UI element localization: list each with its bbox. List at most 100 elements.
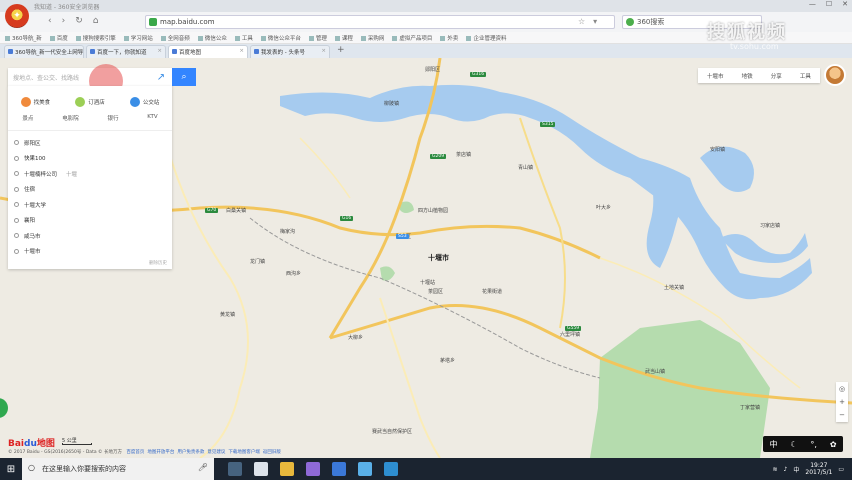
app-icon[interactable] xyxy=(332,462,346,476)
bookmark-item[interactable]: 企业管理资料 xyxy=(466,34,506,42)
category-link[interactable]: 景点 xyxy=(22,114,33,122)
history-item[interactable]: 十堰楠梓公司 十堰 xyxy=(8,166,172,182)
tab-close-icon[interactable]: × xyxy=(75,48,80,54)
bookmark-item[interactable]: 微信公众 xyxy=(198,34,227,42)
footer-link[interactable]: 返回旧版 xyxy=(263,450,281,455)
notification-icon[interactable]: ▭ xyxy=(838,466,844,473)
browser-icon[interactable] xyxy=(306,462,320,476)
route-icon[interactable]: ↗ xyxy=(153,69,169,85)
history-item[interactable]: 快果100 xyxy=(8,151,172,167)
map-label-place[interactable]: 武当山镇 xyxy=(645,368,665,375)
map-label-place[interactable]: 龙门镇 xyxy=(250,258,265,265)
map-label-place[interactable]: 安阳镇 xyxy=(710,146,725,153)
category-link[interactable]: 电影院 xyxy=(62,114,79,122)
map-search-button[interactable]: ⌕ xyxy=(172,68,196,86)
category-link[interactable]: KTV xyxy=(147,114,157,122)
refresh-button[interactable]: ↻ xyxy=(75,16,83,26)
bookmark-item[interactable]: 虚拟产品项目 xyxy=(392,34,432,42)
tools-button[interactable]: 工具 xyxy=(800,72,811,80)
dropdown-icon[interactable]: ▾ xyxy=(593,17,597,26)
quick-link[interactable]: 订酒店 xyxy=(75,93,105,110)
network-icon[interactable]: ≋ xyxy=(772,466,777,473)
bookmark-item[interactable]: 学习网站 xyxy=(124,34,153,42)
zoom-out-button[interactable]: − xyxy=(839,411,845,419)
history-item[interactable]: 郧阳区 xyxy=(8,135,172,151)
new-tab-button[interactable]: + xyxy=(332,45,350,58)
tab-close-icon[interactable]: × xyxy=(321,48,326,54)
map-label-place[interactable]: 茶园区 xyxy=(428,288,443,295)
map-label-place[interactable]: 白桑关镇 xyxy=(226,207,246,214)
taskbar-clock[interactable]: 19:27 2017/5/1 xyxy=(805,462,832,476)
map-label-place[interactable]: 四方山植物园 xyxy=(418,207,448,214)
settings-icon[interactable]: ✿ xyxy=(830,440,837,449)
bookmark-item[interactable]: 工具 xyxy=(235,34,253,42)
minimize-icon[interactable]: — xyxy=(809,0,816,8)
map-label-place[interactable]: 柳陂镇 xyxy=(384,100,399,107)
bookmark-item[interactable]: 外卖 xyxy=(440,34,458,42)
bookmark-item[interactable]: 课程 xyxy=(335,34,353,42)
back-button[interactable]: ‹ xyxy=(48,16,52,26)
footer-link[interactable]: 用户免责条款 xyxy=(177,450,204,455)
bookmark-item[interactable]: 360导航_新 xyxy=(5,34,42,42)
user-avatar[interactable] xyxy=(824,64,846,86)
history-item[interactable]: 十堰市 xyxy=(8,244,172,260)
ime-language[interactable]: 中 xyxy=(769,439,777,450)
punctuation-icon[interactable]: °, xyxy=(810,440,817,449)
ime-toolbar[interactable]: 中 ☾ °, ✿ xyxy=(763,436,843,452)
footer-link[interactable]: 下载地图客户端 xyxy=(228,450,260,455)
quick-link[interactable]: 找美食 xyxy=(20,93,50,110)
city-switch-button[interactable]: 十堰市 xyxy=(707,72,724,80)
bookmark-item[interactable]: 全网音频 xyxy=(161,34,190,42)
ime-indicator[interactable]: 中 xyxy=(793,465,799,474)
map-label-place[interactable]: 习家店镇 xyxy=(760,222,780,229)
microphone-icon[interactable]: 🎤︎ xyxy=(198,463,208,472)
bookmark-item[interactable]: 搜狗搜索引擎 xyxy=(76,34,116,42)
map-label-main-city[interactable]: 十堰市 xyxy=(428,253,449,263)
footer-link[interactable]: 地图开放平台 xyxy=(147,450,174,455)
history-item[interactable]: 襄阳 xyxy=(8,213,172,229)
close-icon[interactable]: ✕ xyxy=(842,0,848,8)
map-label-place[interactable]: 赛武当自然保护区 xyxy=(372,428,412,435)
map-label-place[interactable]: 黄龙镇 xyxy=(220,311,235,318)
footer-link[interactable]: 意见建议 xyxy=(207,450,225,455)
zoom-in-button[interactable]: + xyxy=(839,398,845,406)
map-label-place[interactable]: 西沟乡 xyxy=(286,270,301,277)
star-icon[interactable]: ☆ xyxy=(578,17,585,26)
volume-icon[interactable]: ♪ xyxy=(784,466,788,473)
map-label-place[interactable]: 郧阳区 xyxy=(425,66,440,73)
footer-link[interactable]: 百度首页 xyxy=(126,450,144,455)
map-label-place[interactable]: 茅塔乡 xyxy=(440,357,455,364)
maximize-icon[interactable]: ☐ xyxy=(826,0,832,8)
app-icon[interactable] xyxy=(358,462,372,476)
taskbar-search-box[interactable]: 在这里输入你要搜索的内容 🎤︎ xyxy=(22,458,214,480)
map-label-place[interactable]: 青山镇 xyxy=(518,164,533,171)
browser-tab[interactable]: 我发表的 - 头条号 × xyxy=(250,45,330,58)
share-button[interactable]: 分享 xyxy=(771,72,782,80)
map-label-place[interactable]: 土地关镇 xyxy=(664,284,684,291)
tab-close-icon[interactable]: × xyxy=(239,48,244,54)
locate-icon[interactable]: ◎ xyxy=(839,385,845,393)
map-label-place[interactable]: 丁家营镇 xyxy=(740,404,760,411)
history-item[interactable]: 十堰大学 xyxy=(8,197,172,213)
quick-link[interactable]: 公交站 xyxy=(129,93,159,110)
map-label-place[interactable]: 十堰站 xyxy=(420,279,435,286)
browser-tab[interactable]: 360导航_新一代安全上网导航 × xyxy=(4,45,84,58)
category-link[interactable]: 银行 xyxy=(107,114,118,122)
bookmark-item[interactable]: 微信公众平台 xyxy=(261,34,301,42)
tab-close-icon[interactable]: × xyxy=(157,48,162,54)
map-label-place[interactable]: 梅家沟 xyxy=(280,228,295,235)
address-bar[interactable]: map.baidu.com xyxy=(145,15,615,29)
windows-start-button[interactable]: ⊞ xyxy=(0,458,22,480)
history-item[interactable]: 咸马市 xyxy=(8,228,172,244)
browser-logo-icon[interactable]: ✦ xyxy=(5,4,29,28)
subway-button[interactable]: 地铁 xyxy=(742,72,753,80)
map-label-place[interactable]: 花果街道 xyxy=(482,288,502,295)
map-label-place[interactable]: 六里坪镇 xyxy=(560,331,580,338)
bookmark-item[interactable]: 百度 xyxy=(50,34,68,42)
task-view-icon[interactable] xyxy=(228,462,242,476)
browser-tab[interactable]: 百度地图 × xyxy=(168,45,248,58)
forward-button[interactable]: › xyxy=(62,16,66,26)
app-icon[interactable] xyxy=(384,462,398,476)
bookmark-item[interactable]: 管理 xyxy=(309,34,327,42)
file-explorer-icon[interactable] xyxy=(280,462,294,476)
